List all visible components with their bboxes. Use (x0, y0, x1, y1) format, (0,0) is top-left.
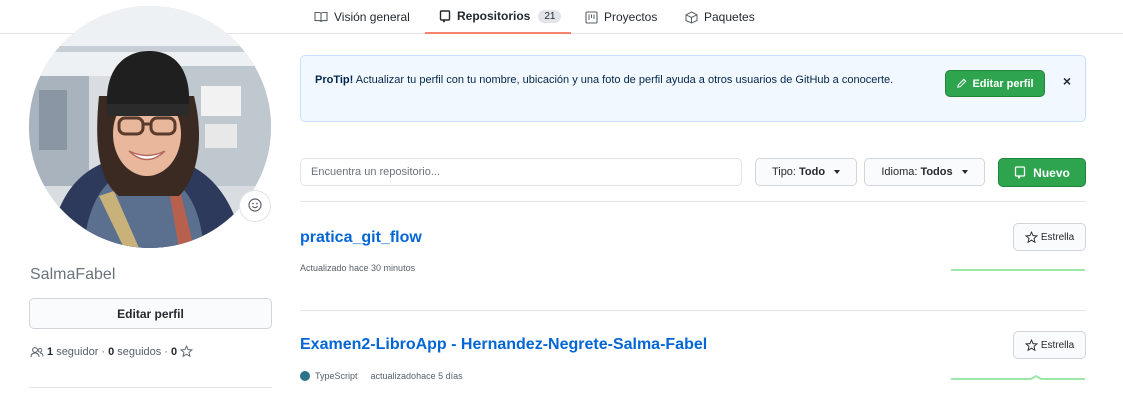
project-icon (584, 10, 598, 24)
repo-meta: Actualizado hace 30 minutos (300, 263, 415, 273)
repo-meta: TypeScript actualizadohace 5 días (300, 371, 463, 381)
repo-search-input[interactable] (300, 158, 742, 186)
stars-count: 0 (170, 345, 178, 358)
edit-profile-button[interactable]: Editar perfil (29, 298, 272, 329)
repo-updated: actualizadohace 5 días (370, 371, 463, 381)
activity-sparkline (951, 269, 1085, 271)
people-icon (30, 346, 44, 358)
avatar-photo (29, 6, 271, 248)
following-link[interactable]: 0 seguidos (108, 346, 161, 358)
smiley-icon (248, 197, 262, 215)
profile-avatar[interactable] (29, 6, 271, 248)
close-icon[interactable]: × (1058, 72, 1076, 90)
stars-link[interactable]: 0 (171, 346, 177, 358)
repo-language: TypeScript (315, 371, 358, 381)
protip-text: ProTip! Actualizar tu perfil con tu nomb… (315, 71, 915, 89)
star-icon (180, 345, 194, 358)
tab-repositories[interactable]: Repositorios 21 (425, 0, 571, 34)
language-filter-label: Idioma: (881, 166, 918, 178)
protip-edit-profile-label: Editar perfil (972, 77, 1034, 90)
language-filter-dropdown[interactable]: Idioma: Todos (864, 158, 985, 186)
repositories-count-badge: 21 (538, 9, 562, 23)
tab-projects-label: Proyectos (604, 10, 658, 24)
following-label: seguidos (117, 345, 162, 358)
star-label: Estrella (1040, 339, 1075, 351)
tab-packages[interactable]: Paquetes (684, 0, 755, 34)
followers-label: seguidor (56, 345, 99, 358)
star-button[interactable]: Estrella (1013, 223, 1086, 251)
type-filter-value: Todo (798, 166, 826, 178)
star-icon (1024, 230, 1038, 244)
tab-projects[interactable]: Proyectos (584, 0, 657, 34)
language-filter-value: Todos (920, 166, 953, 178)
tab-overview-label: Visión general (334, 10, 410, 24)
protip-edit-profile-button[interactable]: Editar perfil (945, 70, 1045, 97)
separator-dot: · (164, 345, 168, 358)
protip-banner: ProTip! Actualizar tu perfil con tu nomb… (300, 55, 1086, 122)
type-filter-dropdown[interactable]: Tipo: Todo (755, 158, 857, 186)
tab-repositories-label: Repositorios (457, 9, 531, 23)
tab-packages-label: Paquetes (704, 10, 755, 24)
repo-link[interactable]: pratica_git_flow (300, 229, 422, 247)
chevron-down-icon (834, 170, 841, 174)
pencil-icon (956, 78, 967, 89)
followers-count: 1 (47, 345, 54, 358)
repo-list-divider (300, 310, 1086, 311)
followers-row: 1 seguidor · 0 seguidos · 0 (30, 345, 194, 358)
star-label: Estrella (1040, 231, 1075, 243)
repo-updated: Actualizado hace 30 minutos (300, 263, 416, 273)
separator-dot: · (101, 345, 106, 358)
following-count: 0 (108, 345, 115, 358)
profile-username: SalmaFabel (30, 266, 116, 283)
set-status-button[interactable] (239, 190, 271, 222)
star-icon (1024, 338, 1038, 352)
protip-message: Actualizar tu perfil con tu nombre, ubic… (355, 74, 894, 86)
activity-sparkline (951, 374, 1085, 380)
repo-link[interactable]: Examen2-LibroApp - Hernandez-Negrete-Sal… (300, 336, 707, 354)
new-repo-button[interactable]: Nuevo (998, 158, 1086, 187)
followers-link[interactable]: 1 seguidor (47, 346, 98, 358)
repo-icon (439, 9, 451, 23)
package-icon (684, 10, 698, 24)
new-repo-label: Nuevo (1033, 165, 1070, 180)
language-color-dot (300, 371, 310, 381)
repo-icon (1014, 165, 1026, 180)
sidebar-divider (29, 387, 272, 388)
tab-overview[interactable]: Visión general (314, 0, 410, 34)
protip-title: ProTip! (315, 74, 354, 86)
chevron-down-icon (961, 170, 968, 174)
book-icon (314, 10, 328, 24)
type-filter-label: Tipo: (771, 166, 796, 178)
star-button[interactable]: Estrella (1013, 331, 1086, 359)
repo-list-divider (300, 201, 1086, 202)
